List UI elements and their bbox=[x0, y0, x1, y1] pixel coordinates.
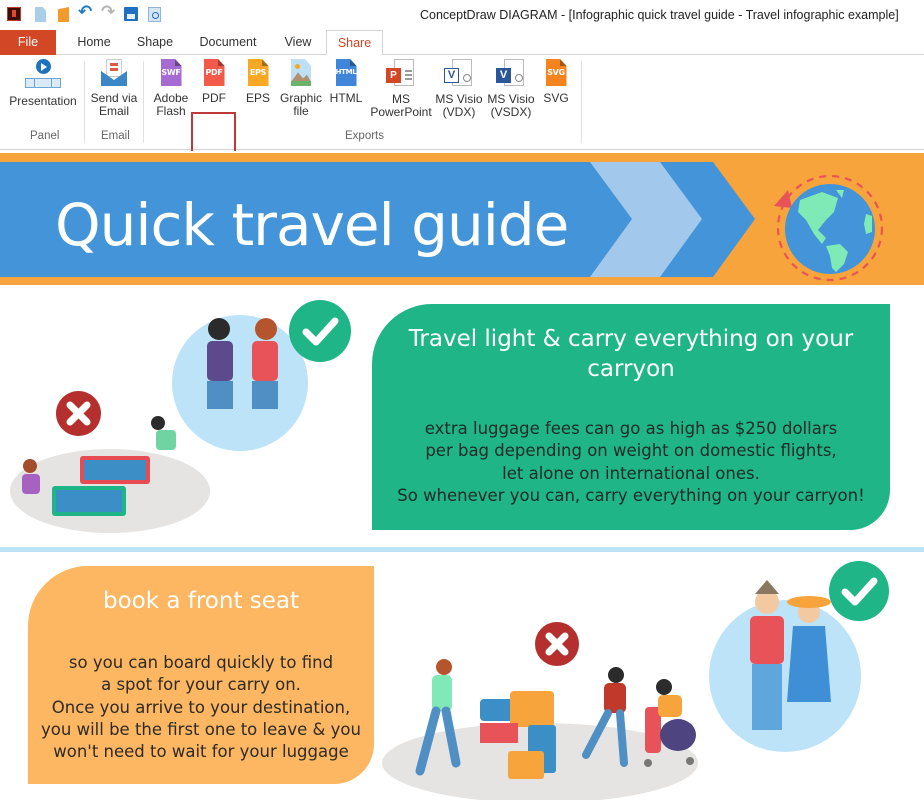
cross-badge-icon bbox=[56, 391, 101, 436]
tab-share[interactable]: Share bbox=[326, 30, 383, 56]
redo-icon[interactable]: ↷ bbox=[101, 4, 117, 21]
tab-view[interactable]: View bbox=[277, 30, 319, 55]
export-pdf-label: PDF bbox=[202, 91, 226, 105]
cross-badge-icon bbox=[535, 622, 579, 666]
globe-icon bbox=[774, 174, 884, 282]
html-file-icon: HTML bbox=[335, 59, 357, 86]
visio-vdx-icon: V bbox=[444, 59, 474, 87]
infographic-title: Quick travel guide bbox=[55, 191, 569, 259]
new-document-icon[interactable] bbox=[35, 7, 46, 22]
export-graphic-file-button[interactable]: Graphic file bbox=[278, 59, 324, 118]
tip-body: so you can board quickly to find a spot … bbox=[41, 653, 361, 762]
export-html-label: HTML bbox=[329, 91, 363, 105]
tab-file[interactable]: File bbox=[0, 30, 56, 55]
export-pdf-button[interactable]: PDF PDF bbox=[194, 59, 234, 105]
export-visio-vdx-button[interactable]: V MS Visio (VDX) bbox=[434, 59, 484, 119]
tip-heading: Travel light & carry everything on your … bbox=[408, 326, 854, 382]
check-badge-icon bbox=[829, 561, 889, 621]
group-label-email: Email bbox=[101, 130, 130, 142]
app-logo-icon[interactable] bbox=[7, 7, 21, 21]
tip-card-travel-light: Travel light & carry everything on your … bbox=[372, 304, 890, 530]
title-banner: Quick travel guide bbox=[0, 153, 924, 285]
svg-file-icon: SVG bbox=[545, 59, 567, 86]
save-icon[interactable] bbox=[124, 7, 138, 21]
export-html-button[interactable]: HTML HTML bbox=[326, 59, 366, 105]
export-visio-vdx-label: MS Visio (VDX) bbox=[435, 92, 483, 119]
email-icon bbox=[101, 59, 127, 86]
group-separator bbox=[581, 61, 582, 143]
pdf-file-icon: PDF bbox=[203, 59, 225, 86]
send-via-email-button[interactable]: Send via Email bbox=[88, 59, 140, 118]
tip-card-front-seat: book a front seat so you can board quick… bbox=[28, 566, 374, 784]
airport-rush-illustration bbox=[382, 659, 698, 800]
export-eps-label: EPS bbox=[245, 91, 270, 105]
drawing-canvas[interactable]: Quick travel guide Travel light & carry … bbox=[0, 151, 924, 800]
tip-heading: book a front seat bbox=[102, 588, 300, 614]
eps-file-icon: EPS bbox=[247, 59, 269, 86]
tip-body: extra luggage fees can go as high as $25… bbox=[397, 419, 865, 505]
group-label-exports: Exports bbox=[345, 130, 384, 142]
group-separator bbox=[143, 61, 144, 143]
ribbon-tabs: File Home Shape Document View Share bbox=[0, 30, 924, 56]
export-svg-label: SVG bbox=[543, 91, 569, 105]
swf-file-icon: SWF bbox=[160, 59, 182, 86]
export-graphic-file-label: Graphic file bbox=[279, 91, 323, 118]
export-svg-button[interactable]: SVG SVG bbox=[538, 59, 574, 105]
print-preview-icon[interactable] bbox=[148, 7, 161, 22]
export-powerpoint-button[interactable]: P MS PowerPoint bbox=[368, 59, 434, 119]
visio-vsdx-icon: V bbox=[496, 59, 526, 87]
presentation-button[interactable]: Presentation bbox=[8, 59, 78, 108]
group-label-panel: Panel bbox=[30, 130, 60, 142]
export-powerpoint-label: MS PowerPoint bbox=[370, 92, 432, 119]
tab-document[interactable]: Document bbox=[192, 30, 264, 55]
export-visio-vsdx-label: MS Visio (VSDX) bbox=[487, 92, 535, 119]
export-flash-label: Adobe Flash bbox=[153, 91, 189, 118]
presentation-label: Presentation bbox=[9, 94, 77, 108]
open-document-icon[interactable] bbox=[58, 7, 69, 22]
export-flash-button[interactable]: SWF Adobe Flash bbox=[150, 59, 192, 118]
export-visio-vsdx-button[interactable]: V MS Visio (VSDX) bbox=[484, 59, 538, 119]
powerpoint-icon: P bbox=[386, 59, 416, 87]
tab-home[interactable]: Home bbox=[66, 30, 122, 55]
check-badge-icon bbox=[289, 300, 351, 362]
window-title: ConceptDraw DIAGRAM - [Infographic quick… bbox=[420, 8, 899, 22]
title-bar: ↶ ↷ ConceptDraw DIAGRAM - [Infographic q… bbox=[0, 0, 924, 30]
ribbon-share: Presentation Panel Send via Email Email … bbox=[0, 55, 924, 176]
group-separator bbox=[84, 61, 85, 143]
image-file-icon bbox=[291, 59, 311, 86]
export-eps-button[interactable]: EPS EPS bbox=[238, 59, 278, 105]
send-via-email-label: Send via Email bbox=[90, 91, 138, 118]
presentation-icon bbox=[25, 59, 61, 89]
undo-icon[interactable]: ↶ bbox=[78, 4, 94, 21]
section-divider bbox=[0, 547, 924, 552]
tab-shape[interactable]: Shape bbox=[130, 30, 180, 55]
